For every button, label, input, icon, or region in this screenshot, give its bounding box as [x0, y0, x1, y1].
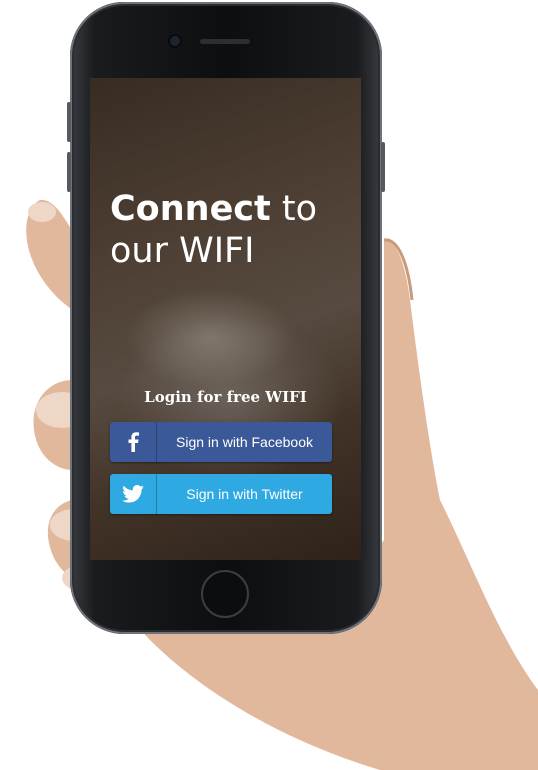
- home-button[interactable]: [201, 570, 249, 618]
- twitter-icon: [110, 474, 157, 514]
- front-camera: [170, 36, 180, 46]
- login-caption: Login for free WIFI: [144, 388, 307, 406]
- volume-button: [67, 102, 71, 142]
- facebook-signin-label: Sign in with Facebook: [176, 434, 313, 450]
- power-button: [381, 142, 385, 192]
- headline: Connect to our WIFI: [110, 188, 350, 272]
- phone-device: Connect to our WIFI Login for free WIFI …: [67, 2, 385, 634]
- facebook-icon: [110, 422, 157, 462]
- headline-bold: Connect: [110, 189, 271, 229]
- volume-button: [67, 152, 71, 192]
- phone-screen: Connect to our WIFI Login for free WIFI …: [90, 78, 361, 560]
- twitter-signin-button[interactable]: Sign in with Twitter: [110, 474, 332, 514]
- twitter-signin-label: Sign in with Twitter: [186, 486, 303, 502]
- facebook-signin-button[interactable]: Sign in with Facebook: [110, 422, 332, 462]
- headline-line2: our WIFI: [110, 231, 255, 271]
- headline-rest: to: [270, 189, 318, 229]
- earpiece-speaker: [200, 39, 250, 44]
